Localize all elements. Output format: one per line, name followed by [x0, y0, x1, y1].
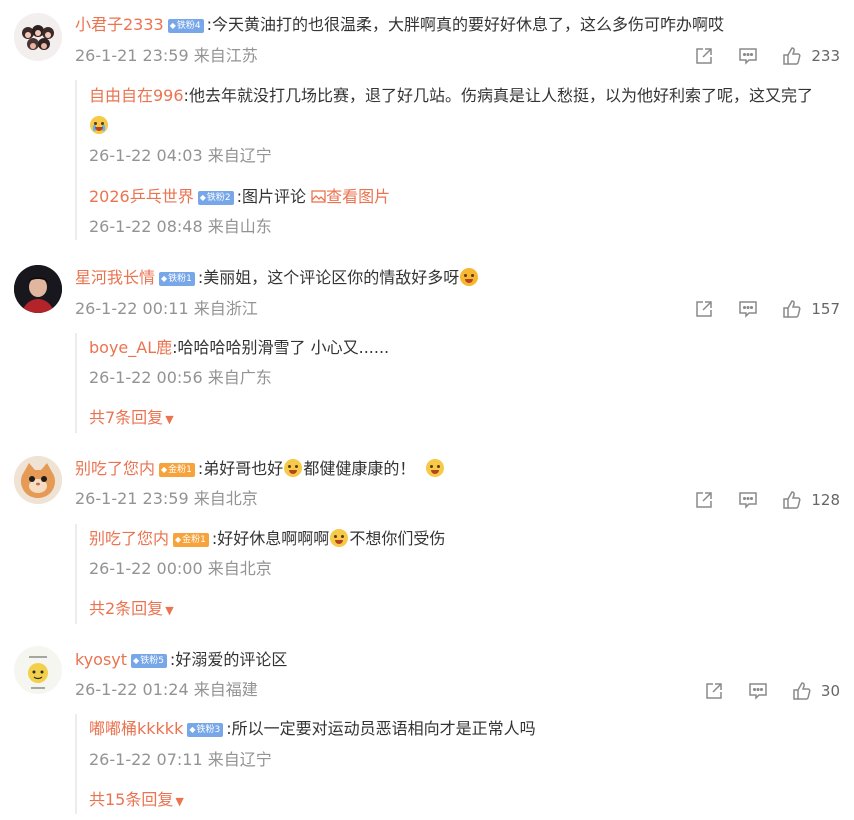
more-replies-label: 共7条回复 [89, 408, 164, 427]
more-replies-label: 共2条回复 [89, 599, 164, 618]
fan-badge-label: 铁粉4 [176, 21, 201, 31]
reply-text: :他去年就没打几场比赛，退了好几站。伤病真是让人愁挺，以为他好利索了呢，这又完了 [183, 86, 813, 105]
reply-item: 2026乒乓世界 ◆铁粉2:图片评论 查看图片 [89, 182, 829, 212]
view-more-replies[interactable]: 共15条回复 ▼ [89, 789, 184, 813]
fan-badge-label: 铁粉2 [206, 193, 231, 203]
caret-down-icon: ▼ [165, 413, 174, 426]
reply-box: 自由自在996:他去年就没打几场比赛，退了好几站。伤病真是让人愁挺，以为他好利索… [75, 80, 837, 240]
reply-username[interactable]: 别吃了您内 [89, 529, 169, 548]
reply-box: boye_AL鹿:哈哈哈哈别滑雪了 小心又...... 26-1-22 00:5… [75, 333, 837, 433]
like-icon[interactable] [781, 489, 803, 511]
comment-text: :弟好哥也好 [197, 459, 284, 478]
reply-item: boye_AL鹿:哈哈哈哈别滑雪了 小心又...... [89, 333, 829, 363]
reply-text: :哈哈哈哈别滑雪了 小心又...... [172, 338, 390, 357]
comment-icon[interactable] [747, 680, 769, 702]
comment-icon[interactable] [737, 298, 759, 320]
comment-username[interactable]: 小君子2333 [75, 15, 164, 34]
fan-badge[interactable]: ◆铁粉2 [197, 191, 234, 205]
like-count: 128 [811, 491, 840, 509]
reply-text: :图片评论 [236, 187, 307, 206]
avatar[interactable] [14, 456, 62, 504]
comment-meta: 26-1-21 23:59 来自北京 [75, 489, 258, 508]
laughing-emoji-icon [460, 268, 479, 286]
fan-badge-label: 铁粉3 [196, 725, 221, 735]
reply-meta: 26-1-22 07:11 来自辽宁 [89, 750, 272, 769]
teary-emoji-icon [284, 459, 303, 477]
view-image-link[interactable]: 查看图片 [311, 187, 390, 206]
like-icon[interactable] [781, 298, 803, 320]
comment-meta: 26-1-22 01:24 来自福建 [75, 680, 258, 699]
fan-badge[interactable]: ◆铁粉3 [187, 723, 224, 737]
reply-meta: 26-1-22 04:03 来自辽宁 [89, 146, 272, 165]
reply-text-cont: 不想你们受伤 [349, 529, 446, 548]
comment-meta: 26-1-21 23:59 来自江苏 [75, 46, 258, 65]
more-replies-label: 共15条回复 [89, 790, 174, 809]
reply-meta: 26-1-22 00:56 来自广东 [89, 368, 272, 387]
comment-main-line: 别吃了您内 ◆金粉1:弟好哥也好 都健健康康的！ [75, 456, 445, 482]
crying-emoji-icon [90, 116, 108, 134]
comment-username[interactable]: 别吃了您内 [75, 459, 155, 478]
avatar[interactable] [14, 646, 62, 694]
comment-actions: 30 [703, 679, 840, 703]
comment-icon[interactable] [737, 45, 759, 67]
fan-badge[interactable]: ◆金粉1 [173, 533, 209, 547]
like-count: 233 [811, 47, 840, 65]
image-icon [311, 190, 326, 203]
like-count: 157 [811, 300, 840, 318]
view-more-replies[interactable]: 共2条回复 ▼ [89, 598, 174, 622]
share-icon[interactable] [693, 489, 715, 511]
reply-text: :好好休息啊啊啊 [211, 529, 330, 548]
comment-meta: 26-1-22 00:11 来自浙江 [75, 299, 258, 318]
fan-badge[interactable]: ◆铁粉5 [131, 654, 167, 668]
fan-badge[interactable]: ◆金粉1 [159, 463, 195, 477]
comment-actions: 157 [693, 297, 840, 321]
view-more-replies[interactable]: 共7条回复 ▼ [89, 407, 174, 431]
caret-down-icon: ▼ [165, 604, 174, 617]
share-icon[interactable] [703, 680, 725, 702]
reply-item: 自由自在996:他去年就没打几场比赛，退了好几站。伤病真是让人愁挺，以为他好利索… [89, 81, 829, 141]
avatar[interactable] [14, 265, 62, 313]
comment-text: :好溺爱的评论区 [169, 650, 288, 669]
reply-text: :所以一定要对运动员恶语相向才是正常人吗 [226, 719, 536, 738]
reply-meta: 26-1-22 00:00 来自北京 [89, 559, 272, 578]
comment-username[interactable]: kyosyt [75, 650, 127, 669]
share-icon[interactable] [693, 298, 715, 320]
share-icon[interactable] [693, 45, 715, 67]
comment-text: :今天黄油打的也很温柔，大胖啊真的要好好休息了，这么多伤可咋办啊哎 [206, 15, 725, 34]
reply-box: 别吃了您内 ◆金粉1:好好休息啊啊啊 不想你们受伤 26-1-22 00:00 来自… [75, 524, 837, 624]
fan-badge-label: 金粉1 [168, 465, 192, 475]
comment-text-cont: 都健健康康的！ [303, 459, 416, 478]
comment-username[interactable]: 星河我长情 [75, 268, 155, 287]
comment-actions: 233 [693, 44, 840, 68]
fan-badge-label: 金粉1 [182, 535, 206, 545]
fan-badge[interactable]: ◆铁粉1 [159, 272, 195, 286]
caret-down-icon: ▼ [175, 795, 184, 808]
comment-main-line: 星河我长情 ◆铁粉1:美丽姐，这个评论区你的情敌好多呀 [75, 265, 479, 291]
fan-badge-label: 铁粉5 [140, 656, 164, 666]
like-icon[interactable] [791, 680, 813, 702]
view-image-label: 查看图片 [326, 187, 391, 206]
fan-badge[interactable]: ◆铁粉4 [167, 19, 204, 33]
touched-emoji-icon [426, 459, 445, 477]
like-count: 30 [820, 682, 840, 700]
comment-main-line: kyosyt ◆铁粉5:好溺爱的评论区 [75, 647, 287, 673]
teary-emoji-icon [330, 529, 349, 547]
reply-meta: 26-1-22 08:48 来自山东 [89, 217, 272, 236]
comment-text: :美丽姐，这个评论区你的情敌好多呀 [197, 268, 460, 287]
reply-item: 别吃了您内 ◆金粉1:好好休息啊啊啊 不想你们受伤 [89, 524, 829, 554]
reply-username[interactable]: 2026乒乓世界 [89, 187, 194, 206]
reply-item: 嘟嘟桶kkkkk ◆铁粉3:所以一定要对运动员恶语相向才是正常人吗 [89, 714, 829, 744]
reply-username[interactable]: boye_AL鹿 [89, 338, 172, 357]
reply-username[interactable]: 自由自在996 [89, 86, 184, 105]
avatar[interactable] [14, 13, 62, 61]
comment-main-line: 小君子2333 ◆铁粉4:今天黄油打的也很温柔，大胖啊真的要好好休息了，这么多伤可… [75, 12, 724, 38]
fan-badge-label: 铁粉1 [168, 274, 192, 284]
reply-box: 嘟嘟桶kkkkk ◆铁粉3:所以一定要对运动员恶语相向才是正常人吗 26-1-22… [75, 714, 837, 814]
reply-username[interactable]: 嘟嘟桶kkkkk [89, 719, 183, 738]
comment-actions: 128 [693, 488, 840, 512]
like-icon[interactable] [781, 45, 803, 67]
comment-icon[interactable] [737, 489, 759, 511]
